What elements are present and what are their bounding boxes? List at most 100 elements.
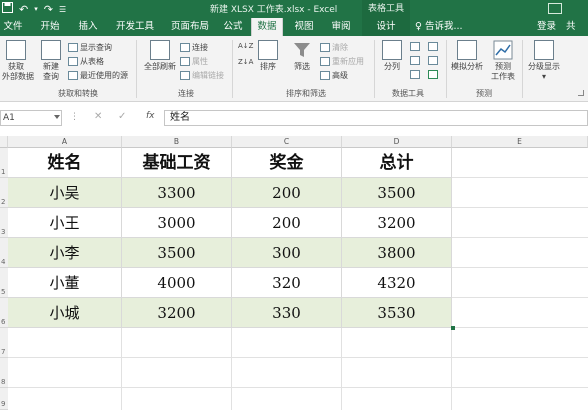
tab-insert[interactable]: 插入 xyxy=(70,18,106,36)
row-header-1[interactable]: 1 xyxy=(0,148,8,178)
row-header-6[interactable]: 6 xyxy=(0,298,8,328)
undo-icon[interactable]: ↶ xyxy=(19,3,28,16)
row-header-8[interactable]: 8 xyxy=(0,358,8,388)
cancel-icon[interactable]: ✕ xyxy=(94,111,102,122)
column-header-d[interactable]: D xyxy=(342,136,452,148)
table-cell[interactable]: 小王 xyxy=(8,208,122,238)
row-header-3[interactable]: 3 xyxy=(0,208,8,238)
what-if-analysis-button[interactable]: 模拟分析 xyxy=(450,40,484,72)
table-cell[interactable]: 小城 xyxy=(8,298,122,328)
relationships-button[interactable] xyxy=(428,56,440,65)
sort-ascending-button[interactable]: A↓Z xyxy=(238,42,253,50)
redo-icon[interactable]: ↷ xyxy=(44,3,53,16)
sort-button[interactable]: 排序 xyxy=(256,40,280,72)
tab-formulas[interactable]: 公式 xyxy=(218,18,248,36)
row-header-9[interactable]: 9 xyxy=(0,388,8,410)
table-header-cell[interactable]: 总计 xyxy=(342,148,452,178)
select-all-corner[interactable] xyxy=(0,136,8,148)
enter-icon[interactable]: ✓ xyxy=(118,111,126,122)
save-icon[interactable] xyxy=(2,2,13,16)
table-cell[interactable]: 4000 xyxy=(122,268,232,298)
forecast-sheet-button[interactable]: 预测 工作表 xyxy=(488,40,518,82)
column-header-b[interactable]: B xyxy=(122,136,232,148)
table-cell[interactable]: 3530 xyxy=(342,298,452,328)
edit-links-button[interactable]: 编辑链接 xyxy=(180,70,224,81)
tab-page-layout[interactable]: 页面布局 xyxy=(164,18,216,36)
outline-button[interactable]: 分级显示 ▾ xyxy=(524,40,564,82)
insert-function-icon[interactable]: fx xyxy=(146,111,155,121)
gridline xyxy=(121,328,122,410)
table-cell[interactable]: 3200 xyxy=(342,208,452,238)
table-cell[interactable]: 300 xyxy=(232,238,342,268)
properties-button[interactable]: 属性 xyxy=(180,56,208,67)
row-header-4[interactable]: 4 xyxy=(0,238,8,268)
data-validation-button[interactable] xyxy=(410,70,422,79)
formula-input[interactable]: 姓名 xyxy=(164,110,588,126)
table-cell[interactable]: 200 xyxy=(232,178,342,208)
column-header-e[interactable]: E xyxy=(452,136,588,148)
name-box[interactable]: A1 xyxy=(0,110,62,126)
table-header-cell[interactable]: 基础工资 xyxy=(122,148,232,178)
column-header-c[interactable]: C xyxy=(232,136,342,148)
tab-developer[interactable]: 开发工具 xyxy=(110,18,160,36)
filter-button[interactable]: 筛选 xyxy=(290,40,314,72)
row-header-5[interactable]: 5 xyxy=(0,268,8,298)
connections-button[interactable]: 连接 xyxy=(180,42,208,53)
chevron-down-icon[interactable]: ▾ xyxy=(34,5,38,13)
table-cell[interactable]: 小李 xyxy=(8,238,122,268)
ribbon-display-options-icon[interactable] xyxy=(548,3,562,14)
tab-review[interactable]: 审阅 xyxy=(326,18,356,36)
gridline xyxy=(231,328,232,410)
from-table-button[interactable]: 从表格 xyxy=(68,56,104,67)
table-cell[interactable]: 4320 xyxy=(342,268,452,298)
table-cell[interactable]: 小吴 xyxy=(8,178,122,208)
table-cell[interactable]: 320 xyxy=(232,268,342,298)
table-cell[interactable]: 小董 xyxy=(8,268,122,298)
table-header-cell[interactable]: 奖金 xyxy=(232,148,342,178)
row-header-7[interactable]: 7 xyxy=(0,328,8,358)
manage-data-model-button[interactable] xyxy=(428,70,440,79)
new-query-line1: 新建 xyxy=(43,62,59,71)
tab-home[interactable]: 开始 xyxy=(32,18,68,36)
consolidate-button[interactable] xyxy=(428,42,440,51)
table-cell[interactable]: 3500 xyxy=(342,178,452,208)
table-cell[interactable]: 3000 xyxy=(122,208,232,238)
tab-design[interactable]: 设计 xyxy=(362,18,410,36)
refresh-all-button[interactable]: 全部刷新 xyxy=(142,40,178,72)
table-cell[interactable]: 330 xyxy=(232,298,342,328)
clear-filter-button[interactable]: 清除 xyxy=(320,42,348,53)
table-cell[interactable]: 3300 xyxy=(122,178,232,208)
table-cell[interactable]: 3500 xyxy=(122,238,232,268)
collapse-ribbon-icon[interactable] xyxy=(578,90,584,96)
advanced-filter-button[interactable]: 高级 xyxy=(320,70,348,81)
table-cell[interactable]: 3800 xyxy=(342,238,452,268)
share-button[interactable]: 共 xyxy=(566,18,576,36)
new-query-button[interactable]: 新建 查询 xyxy=(36,40,66,82)
row-number: 2 xyxy=(1,198,6,206)
text-to-columns-button[interactable]: 分列 xyxy=(380,40,404,72)
column-header-a[interactable]: A xyxy=(8,136,122,148)
table-header-cell[interactable]: 姓名 xyxy=(8,148,122,178)
table-resize-handle[interactable] xyxy=(451,326,455,330)
table-cell[interactable]: 3200 xyxy=(122,298,232,328)
tab-view[interactable]: 视图 xyxy=(290,18,318,36)
tell-me-search[interactable]: ♀ 告诉我... xyxy=(415,18,463,36)
tab-data[interactable]: 数据 xyxy=(251,18,283,36)
group-get-transform-label: 获取和转换 xyxy=(58,89,98,98)
recent-sources-button[interactable]: 最近使用的源 xyxy=(68,70,128,81)
sort-descending-button[interactable]: Z↓A xyxy=(238,58,253,66)
row-header-2[interactable]: 2 xyxy=(0,178,8,208)
show-queries-button[interactable]: 显示查询 xyxy=(68,42,112,53)
name-box-dropdown-icon[interactable] xyxy=(54,115,60,119)
flash-fill-button[interactable] xyxy=(410,42,422,51)
tab-file[interactable]: 文件 xyxy=(0,18,26,36)
remove-duplicates-button[interactable] xyxy=(410,56,422,65)
get-external-data-button[interactable]: 获取 外部数据 xyxy=(2,40,34,82)
table-cell[interactable]: 200 xyxy=(232,208,342,238)
reapply-button[interactable]: 重新应用 xyxy=(320,56,364,67)
relationships-icon xyxy=(428,56,438,65)
table-tools-context-title: 表格工具 xyxy=(362,0,410,18)
data-model-icon xyxy=(428,70,438,79)
customize-qat-icon[interactable]: ☰ xyxy=(59,5,66,14)
sign-in-link[interactable]: 登录 xyxy=(537,18,556,36)
